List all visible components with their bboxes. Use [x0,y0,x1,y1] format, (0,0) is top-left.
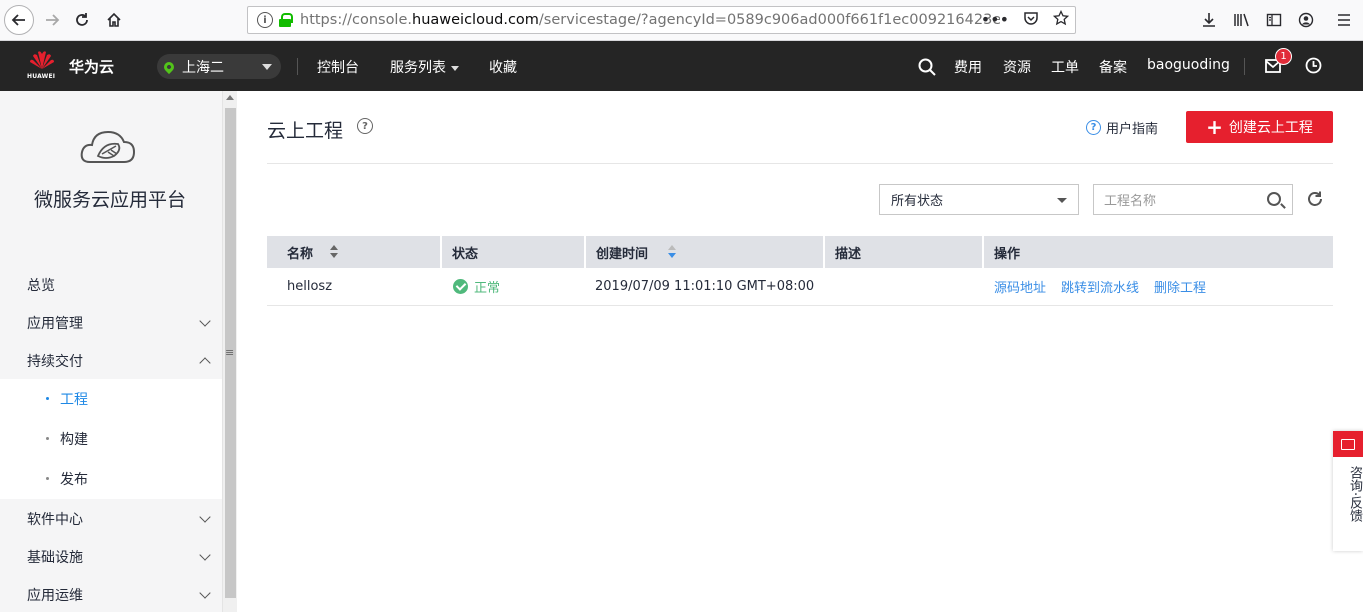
bullet-icon [46,397,49,400]
account-icon[interactable] [1290,8,1322,32]
bullet-icon [46,477,49,480]
column-header-description: 描述 [825,236,984,268]
chevron-down-icon [199,549,211,561]
more-actions-icon[interactable]: ••• [981,10,1009,30]
service-name: 微服务云应用平台 [33,189,186,211]
url-text[interactable]: https://console.huaweicloud.com/services… [300,12,1000,28]
scroll-up-arrow-icon[interactable] [226,95,234,100]
chevron-down-icon [199,511,211,523]
sidebar: 微服务云应用平台 总览 应用管理 持续交付 工程 构建 发布 软件中心 基础设施… [0,91,222,612]
reload-icon[interactable] [68,6,96,34]
back-icon[interactable] [4,5,34,35]
lock-icon [279,13,293,27]
sort-icon[interactable] [330,245,338,259]
refresh-icon[interactable] [1306,190,1324,208]
table-row: hellosz 正常 2019/07/09 11:01:10 GMT+08:00… [267,268,1333,306]
search-icon[interactable] [1267,192,1281,206]
nav-filing[interactable]: 备案 [1099,57,1127,77]
chat-icon [1333,431,1363,457]
question-icon: ? [1086,120,1101,135]
sidebar-toggle-icon[interactable] [1258,8,1290,32]
servicestage-icon [78,124,138,170]
sidebar-item-app-management[interactable]: 应用管理 [0,304,222,342]
user-guide-link[interactable]: ? 用户指南 [1086,118,1158,137]
column-header-actions: 操作 [994,246,1021,262]
cell-created: 2019/07/09 11:01:10 GMT+08:00 [595,279,815,294]
search-icon[interactable] [918,58,936,80]
chevron-down-icon [199,587,211,599]
pocket-icon[interactable] [1023,10,1039,30]
info-icon[interactable]: i [257,12,273,28]
sidebar-collapse-handle-icon[interactable]: ≡ [225,346,234,359]
divider [1244,58,1245,75]
nav-service-list[interactable]: 服务列表 [390,57,459,77]
feedback-widget[interactable]: 咨询·反馈 [1333,431,1363,551]
sidebar-item-app-ops[interactable]: 应用运维 [0,576,222,614]
sidebar-item-infrastructure[interactable]: 基础设施 [0,538,222,576]
sidebar-subitem-release[interactable]: 发布 [0,459,222,499]
check-circle-icon [453,279,468,294]
brand-name[interactable]: 华为云 [69,56,114,77]
library-icon[interactable] [1226,8,1258,32]
nav-resources[interactable]: 资源 [1003,57,1031,77]
sidebar-item-software-center[interactable]: 软件中心 [0,500,222,538]
caret-down-icon [451,65,459,71]
region-label: 上海二 [182,59,224,76]
username[interactable]: baoguoding [1147,57,1230,73]
browser-toolbar: i https://console.huaweicloud.com/servic… [0,0,1363,41]
chevron-up-icon [199,357,211,369]
goto-pipeline-link[interactable]: 跳转到流水线 [1061,277,1139,296]
nav-billing[interactable]: 费用 [954,57,982,77]
caret-down-icon [1057,198,1067,203]
cell-description [825,268,984,305]
caret-down-icon [262,64,272,70]
feedback-label: 咨询·反馈 [1347,466,1362,523]
region-selector[interactable]: 上海二 [157,54,281,79]
cell-status: 正常 [442,268,586,305]
cell-actions: 源码地址 跳转到流水线 删除工程 [984,268,1333,305]
table-header: 名称 状态 创建时间 描述 操作 [267,236,1333,268]
clock-icon[interactable] [1305,57,1322,78]
divider [267,163,1333,164]
logo-wordmark: HUAWEI [27,73,56,80]
column-header-created[interactable]: 创建时间 [586,236,825,268]
sort-desc-icon[interactable] [668,245,676,259]
cell-name: hellosz [287,279,333,294]
nav-favorites[interactable]: 收藏 [489,57,517,77]
location-pin-icon [161,59,177,74]
forward-icon[interactable] [38,6,66,34]
source-url-link[interactable]: 源码地址 [994,277,1046,296]
sidebar-subitem-build[interactable]: 构建 [0,419,222,459]
page-title: 云上工程 [267,120,344,142]
status-filter-select[interactable]: 所有状态 [879,184,1079,215]
sidebar-submenu: 工程 构建 发布 [0,379,222,499]
column-header-status: 状态 [442,236,586,268]
column-header-name[interactable]: 名称 [267,236,442,268]
home-icon[interactable] [100,6,128,34]
plus-icon: + [1206,115,1223,139]
nav-tickets[interactable]: 工单 [1051,57,1079,77]
project-name-search-input[interactable]: 工程名称 [1093,184,1293,215]
delete-project-link[interactable]: 删除工程 [1154,277,1206,296]
sidebar-item-continuous-delivery[interactable]: 持续交付 [0,342,222,380]
bullet-icon [46,437,49,440]
message-count-badge: 1 [1275,48,1292,65]
nav-console[interactable]: 控制台 [317,57,359,77]
chevron-down-icon [199,315,211,327]
sidebar-subitem-projects[interactable]: 工程 [0,379,222,419]
divider [297,58,298,75]
bookmark-star-icon[interactable] [1052,9,1070,30]
sidebar-item-overview[interactable]: 总览 [0,266,222,304]
hamburger-menu-icon[interactable] [1328,8,1360,32]
address-bar[interactable]: i https://console.huaweicloud.com/servic… [247,6,1076,34]
download-icon[interactable] [1193,8,1225,32]
create-project-button[interactable]: + 创建云上工程 [1186,111,1333,143]
top-navigation: HUAWEI 华为云 上海二 控制台 服务列表 收藏 费用 资源 工单 备案 b… [0,41,1363,91]
help-icon[interactable]: ? [357,118,373,134]
